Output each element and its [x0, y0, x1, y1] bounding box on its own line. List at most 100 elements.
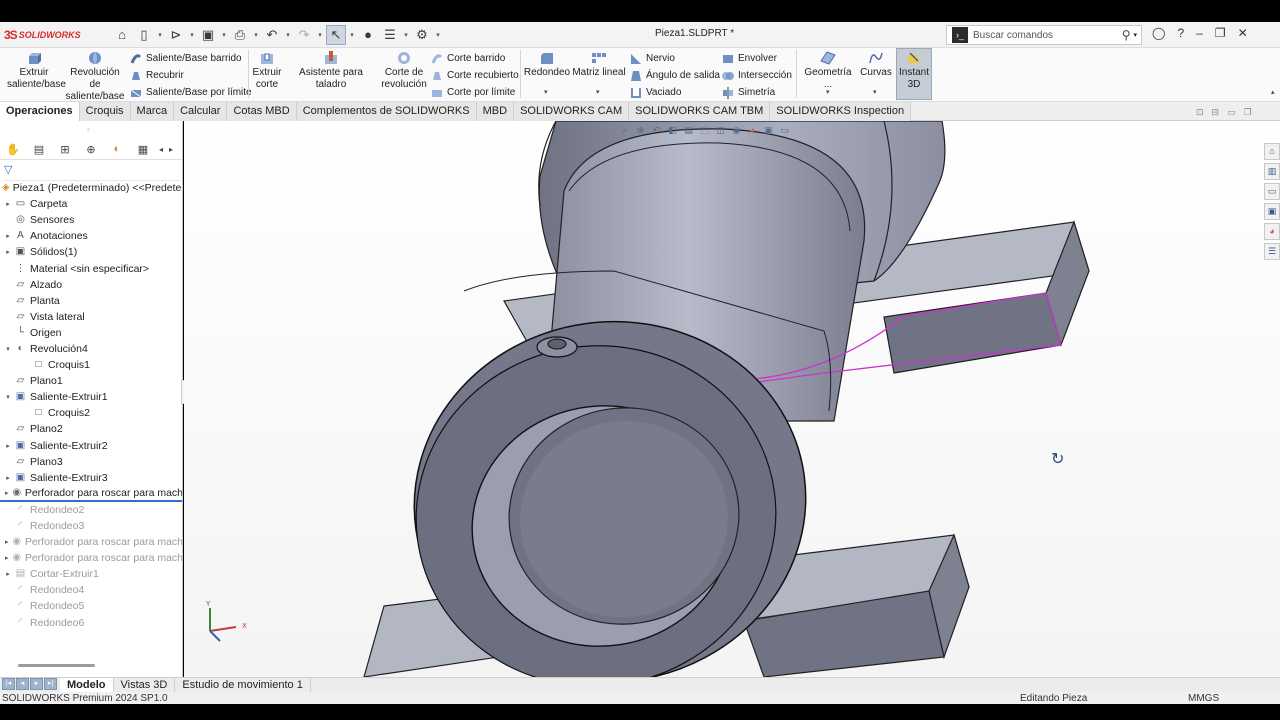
chevron-down-icon[interactable]: ▾ [316, 31, 324, 39]
hide-show-items-icon[interactable]: ◉ [730, 124, 743, 136]
rebuild-icon[interactable]: ● [358, 25, 378, 45]
boundary-boss-button[interactable]: Saliente/Base por límite [130, 84, 252, 101]
scene-icon[interactable]: ▣ [762, 124, 775, 136]
tree-item[interactable]: ◜ Redondeo6 [0, 615, 182, 631]
design-library-icon[interactable]: ▥ [1264, 163, 1280, 180]
chevron-down-icon[interactable]: ▾ [188, 31, 196, 39]
tree-item[interactable]: ▸ ▭ Carpeta [0, 196, 182, 212]
3d-model-view[interactable]: Y X [184, 121, 1280, 677]
shell-button[interactable]: Vaciado [630, 84, 681, 101]
redo-icon[interactable]: ↷ [294, 25, 314, 45]
restore-icon[interactable]: ❐ [1215, 26, 1226, 40]
dimxpert-tab-icon[interactable]: ⊕ [78, 140, 104, 158]
view-settings-icon[interactable]: ▭ [778, 124, 791, 136]
previous-tab-icon[interactable]: ◂ [16, 678, 29, 690]
tab-marca[interactable]: Marca [130, 102, 175, 121]
expand-toggle-icon[interactable]: ▾ [2, 393, 14, 401]
revolve-boss-button[interactable]: Revolución de saliente/base [64, 51, 126, 103]
tree-item[interactable]: ◜ Redondeo2 [0, 502, 182, 518]
options-gear-icon[interactable]: ⚙ [412, 25, 432, 45]
chevron-down-icon[interactable]: ▾ [220, 31, 228, 39]
hole-wizard-button[interactable]: Asistente para taladro [285, 51, 377, 91]
feature-tree-tab-icon[interactable]: ✋ [0, 140, 26, 158]
minimize-icon[interactable]: – [1196, 26, 1203, 40]
minimize-viewport-icon[interactable]: ▭ [1227, 107, 1236, 118]
tab-croquis[interactable]: Croquis [79, 102, 131, 121]
tree-item[interactable]: ◜ Redondeo5 [0, 598, 182, 614]
reference-geometry-button[interactable]: Geometría ... [800, 51, 856, 91]
tree-item[interactable]: ⋮ Material <sin especificar> [0, 260, 182, 276]
search-commands-box[interactable]: ›_ Buscar comandos ⚲ ▾ [946, 25, 1142, 45]
save-icon[interactable]: ▣ [198, 25, 218, 45]
previous-view-icon[interactable]: ↶ [650, 124, 663, 136]
mirror-button[interactable]: Simetría [722, 84, 775, 101]
new-document-icon[interactable]: ▯ [134, 25, 154, 45]
tree-item[interactable]: ▸ ◉ Perforador para roscar para mach [0, 550, 182, 566]
swept-cut-button[interactable]: Corte barrido [431, 50, 505, 67]
revolve-cut-button[interactable]: Corte de revolución [380, 51, 428, 91]
boundary-cut-button[interactable]: Corte por límite [431, 84, 515, 101]
bottom-tab-modelo[interactable]: Modelo [60, 677, 114, 693]
custom-properties-icon[interactable]: ☰ [1264, 243, 1280, 260]
tree-item[interactable]: └ Origen [0, 325, 182, 341]
section-view-icon[interactable]: ◧ [666, 124, 679, 136]
horizontal-scrollbar[interactable] [18, 664, 95, 667]
last-tab-icon[interactable]: ▸| [44, 678, 57, 690]
tree-item[interactable]: □ Croquis2 [0, 405, 182, 421]
configuration-manager-tab-icon[interactable]: ⊞ [52, 140, 78, 158]
bottom-tab-estudio-de-movimiento-1[interactable]: Estudio de movimiento 1 [175, 677, 311, 693]
expand-toggle-icon[interactable]: ▸ [2, 442, 14, 450]
tab-solidworks-cam-tbm[interactable]: SOLIDWORKS CAM TBM [629, 102, 771, 121]
linear-pattern-button[interactable]: Matriz lineal [572, 51, 626, 79]
lofted-cut-button[interactable]: Corte recubierto [431, 67, 519, 84]
tab-operaciones[interactable]: Operaciones [0, 102, 80, 121]
tree-item[interactable]: ▱ Plano2 [0, 421, 182, 437]
search-input[interactable]: Buscar comandos [973, 30, 1122, 41]
expand-toggle-icon[interactable]: ▸ [2, 248, 14, 256]
loft-button[interactable]: Recubrir [130, 67, 184, 84]
file-explorer-icon[interactable]: ▭ [1264, 183, 1280, 200]
filter-icon[interactable]: ▽ [4, 163, 180, 181]
tree-item[interactable]: ▱ Planta [0, 293, 182, 309]
tab-solidworks-inspection[interactable]: SOLIDWORKS Inspection [770, 102, 912, 121]
chevron-down-icon[interactable]: ▾ [596, 88, 600, 96]
chevron-down-icon[interactable]: ▾ [544, 88, 548, 96]
rib-button[interactable]: Nervio [630, 50, 675, 67]
tree-item[interactable]: ▾ ◐ Revolución4 [0, 341, 182, 357]
help-icon[interactable]: ? [1177, 26, 1184, 40]
unit-system[interactable]: MMGS [1188, 693, 1219, 704]
cam-tab-icon[interactable]: ▦ [130, 140, 156, 158]
select-pointer-icon[interactable]: ↖ [326, 24, 346, 45]
panel-gripper-icon[interactable]: ◦ [87, 125, 90, 134]
print-icon[interactable]: ⎙ [230, 25, 250, 45]
curves-button[interactable]: Curvas [858, 51, 894, 79]
tree-item[interactable]: ▸ ▤ Cortar-Extruir1 [0, 566, 182, 582]
chevron-down-icon[interactable]: ▾ [284, 31, 292, 39]
dynamic-annotation-icon[interactable]: ▤ [682, 124, 695, 136]
property-manager-tab-icon[interactable]: ▤ [26, 140, 52, 158]
chevron-down-icon[interactable]: ▾ [348, 31, 356, 39]
chevron-down-icon[interactable]: ▾ [1133, 31, 1137, 39]
close-icon[interactable]: ✕ [1238, 26, 1248, 40]
chevron-down-icon[interactable]: ▾ [434, 31, 442, 39]
chevron-down-icon[interactable]: ▾ [402, 31, 410, 39]
expand-toggle-icon[interactable]: ▸ [2, 538, 12, 546]
tree-item[interactable]: ▸ ▣ Saliente-Extruir3 [0, 470, 182, 486]
first-tab-icon[interactable]: |◂ [2, 678, 15, 690]
tabs-scroll-left-icon[interactable]: ◂ [156, 140, 166, 158]
extrude-boss-button[interactable]: Extruir saliente/base [6, 51, 66, 91]
tab-solidworks-cam[interactable]: SOLIDWORKS CAM [514, 102, 630, 121]
graphics-viewport[interactable]: Y X ⌕ ⊕ ↶ ◧ ▤ ⬚ ◫ ◉ ◕ ▣ ▭ [184, 121, 1280, 677]
bottom-tab-vistas-3d[interactable]: Vistas 3D [114, 677, 176, 693]
tree-item[interactable]: ▱ Vista lateral [0, 309, 182, 325]
tree-item[interactable]: ◎ Sensores [0, 212, 182, 228]
tree-item[interactable]: ◈ Pieza1 (Predeterminado) <<Predeter [0, 180, 182, 196]
tree-item[interactable]: ▸ ▣ Saliente-Extruir2 [0, 438, 182, 454]
intersect-button[interactable]: Intersección [722, 67, 792, 84]
expand-toggle-icon[interactable]: ▸ [2, 489, 12, 497]
tabs-scroll-right-icon[interactable]: ▸ [166, 140, 176, 158]
tree-item[interactable]: ▾ ▣ Saliente-Extruir1 [0, 389, 182, 405]
split-icon[interactable]: ⊟ [1212, 107, 1220, 118]
view-orientation-icon[interactable]: ⬚ [698, 124, 711, 136]
search-icon[interactable]: ⚲ [1122, 28, 1131, 42]
